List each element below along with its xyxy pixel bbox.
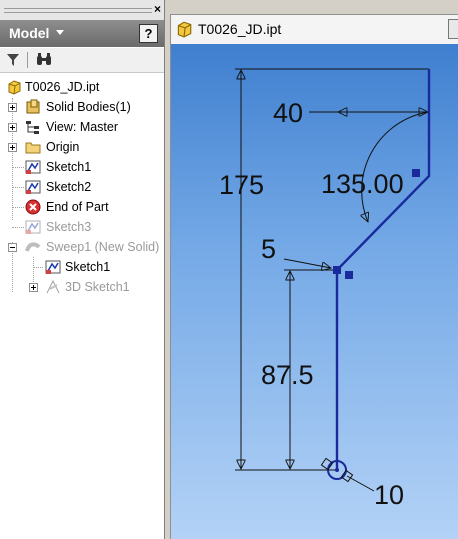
- sketch-icon: [25, 160, 41, 174]
- folder-icon: [25, 142, 41, 154]
- browser-toolbar: [0, 48, 164, 73]
- model-browser: × Model ? T0026_JD.ipt Solid Bodies(1) V…: [0, 0, 165, 539]
- tree-item-label: Origin: [46, 140, 80, 154]
- tree-item-label: Sketch1: [65, 260, 111, 274]
- tree-item-label: Sketch2: [46, 180, 92, 194]
- expand-plus-icon[interactable]: [8, 103, 17, 112]
- browser-header: Model ?: [0, 20, 164, 47]
- part-icon: [177, 21, 192, 38]
- constraint-marker[interactable]: [412, 169, 420, 177]
- view-icon: [26, 121, 39, 134]
- graphics-viewport[interactable]: 175 87.5 40 135.00 5 10: [170, 44, 458, 539]
- constraint-marker[interactable]: [345, 271, 353, 279]
- dimension-fillet-label[interactable]: 5: [261, 234, 276, 264]
- tree-item-label: End of Part: [46, 200, 109, 214]
- sketch-icon: [25, 220, 41, 234]
- document-tab[interactable]: T0026_JD.ipt: [170, 14, 458, 45]
- 3d-sketch-icon: [46, 279, 60, 294]
- expand-plus-icon[interactable]: [29, 283, 38, 292]
- tree-item-label: Solid Bodies(1): [46, 100, 131, 114]
- profile-center-point[interactable]: [335, 468, 339, 472]
- dimension-bottom-label[interactable]: 10: [374, 480, 404, 510]
- dimension-angle-label[interactable]: 135.00: [321, 169, 404, 199]
- part-icon: [8, 80, 21, 95]
- document-title: T0026_JD.ipt: [198, 21, 282, 37]
- end-of-part-icon: [25, 199, 41, 215]
- expand-plus-icon[interactable]: [8, 123, 17, 132]
- binoculars-icon[interactable]: [36, 53, 52, 67]
- tree-item-label: 3D Sketch1: [65, 280, 130, 294]
- window-control-button[interactable]: [448, 19, 458, 39]
- dimension-40-label[interactable]: 40: [273, 98, 303, 128]
- tree-item-label: Sketch3: [46, 220, 92, 234]
- tree-item-label: Sweep1 (New Solid): [46, 240, 160, 254]
- solid-bodies-icon: [26, 99, 40, 114]
- sketch-canvas[interactable]: 175 87.5 40 135.00 5 10: [171, 44, 458, 539]
- sweep-path-geometry[interactable]: [335, 69, 431, 470]
- dimension-175-label[interactable]: 175: [219, 170, 264, 200]
- model-dropdown-label[interactable]: Model: [9, 25, 49, 41]
- sketch-icon: [25, 180, 41, 194]
- expand-plus-icon[interactable]: [8, 143, 17, 152]
- sweep-icon: [25, 242, 41, 252]
- tree-item-label: Sketch1: [46, 160, 92, 174]
- tree-connector: [33, 267, 43, 268]
- toolbar-separator: [27, 52, 28, 68]
- help-button[interactable]: ?: [139, 24, 158, 43]
- tree-connector: [12, 98, 13, 220]
- browser-title-strip[interactable]: ×: [0, 0, 164, 21]
- bottom-leader: [346, 475, 375, 492]
- angle-arc[interactable]: [362, 111, 429, 222]
- tree-item-label: T0026_JD.ipt: [25, 80, 100, 94]
- tree-connector: [12, 167, 24, 168]
- fillet-leader: [283, 258, 331, 268]
- tree-connector: [12, 207, 24, 208]
- collapse-minus-icon[interactable]: [8, 243, 17, 252]
- tree-item-label: View: Master: [46, 120, 119, 134]
- filter-icon[interactable]: [6, 53, 20, 67]
- browser-grip[interactable]: [4, 8, 152, 13]
- sketch-point[interactable]: [333, 266, 341, 274]
- chevron-down-icon[interactable]: [56, 30, 64, 35]
- tree-connector: [12, 187, 24, 188]
- dimension-87-5-label[interactable]: 87.5: [261, 360, 314, 390]
- sketch-icon: [45, 260, 61, 274]
- close-browser-icon[interactable]: ×: [154, 2, 161, 16]
- tree-connector: [12, 227, 24, 228]
